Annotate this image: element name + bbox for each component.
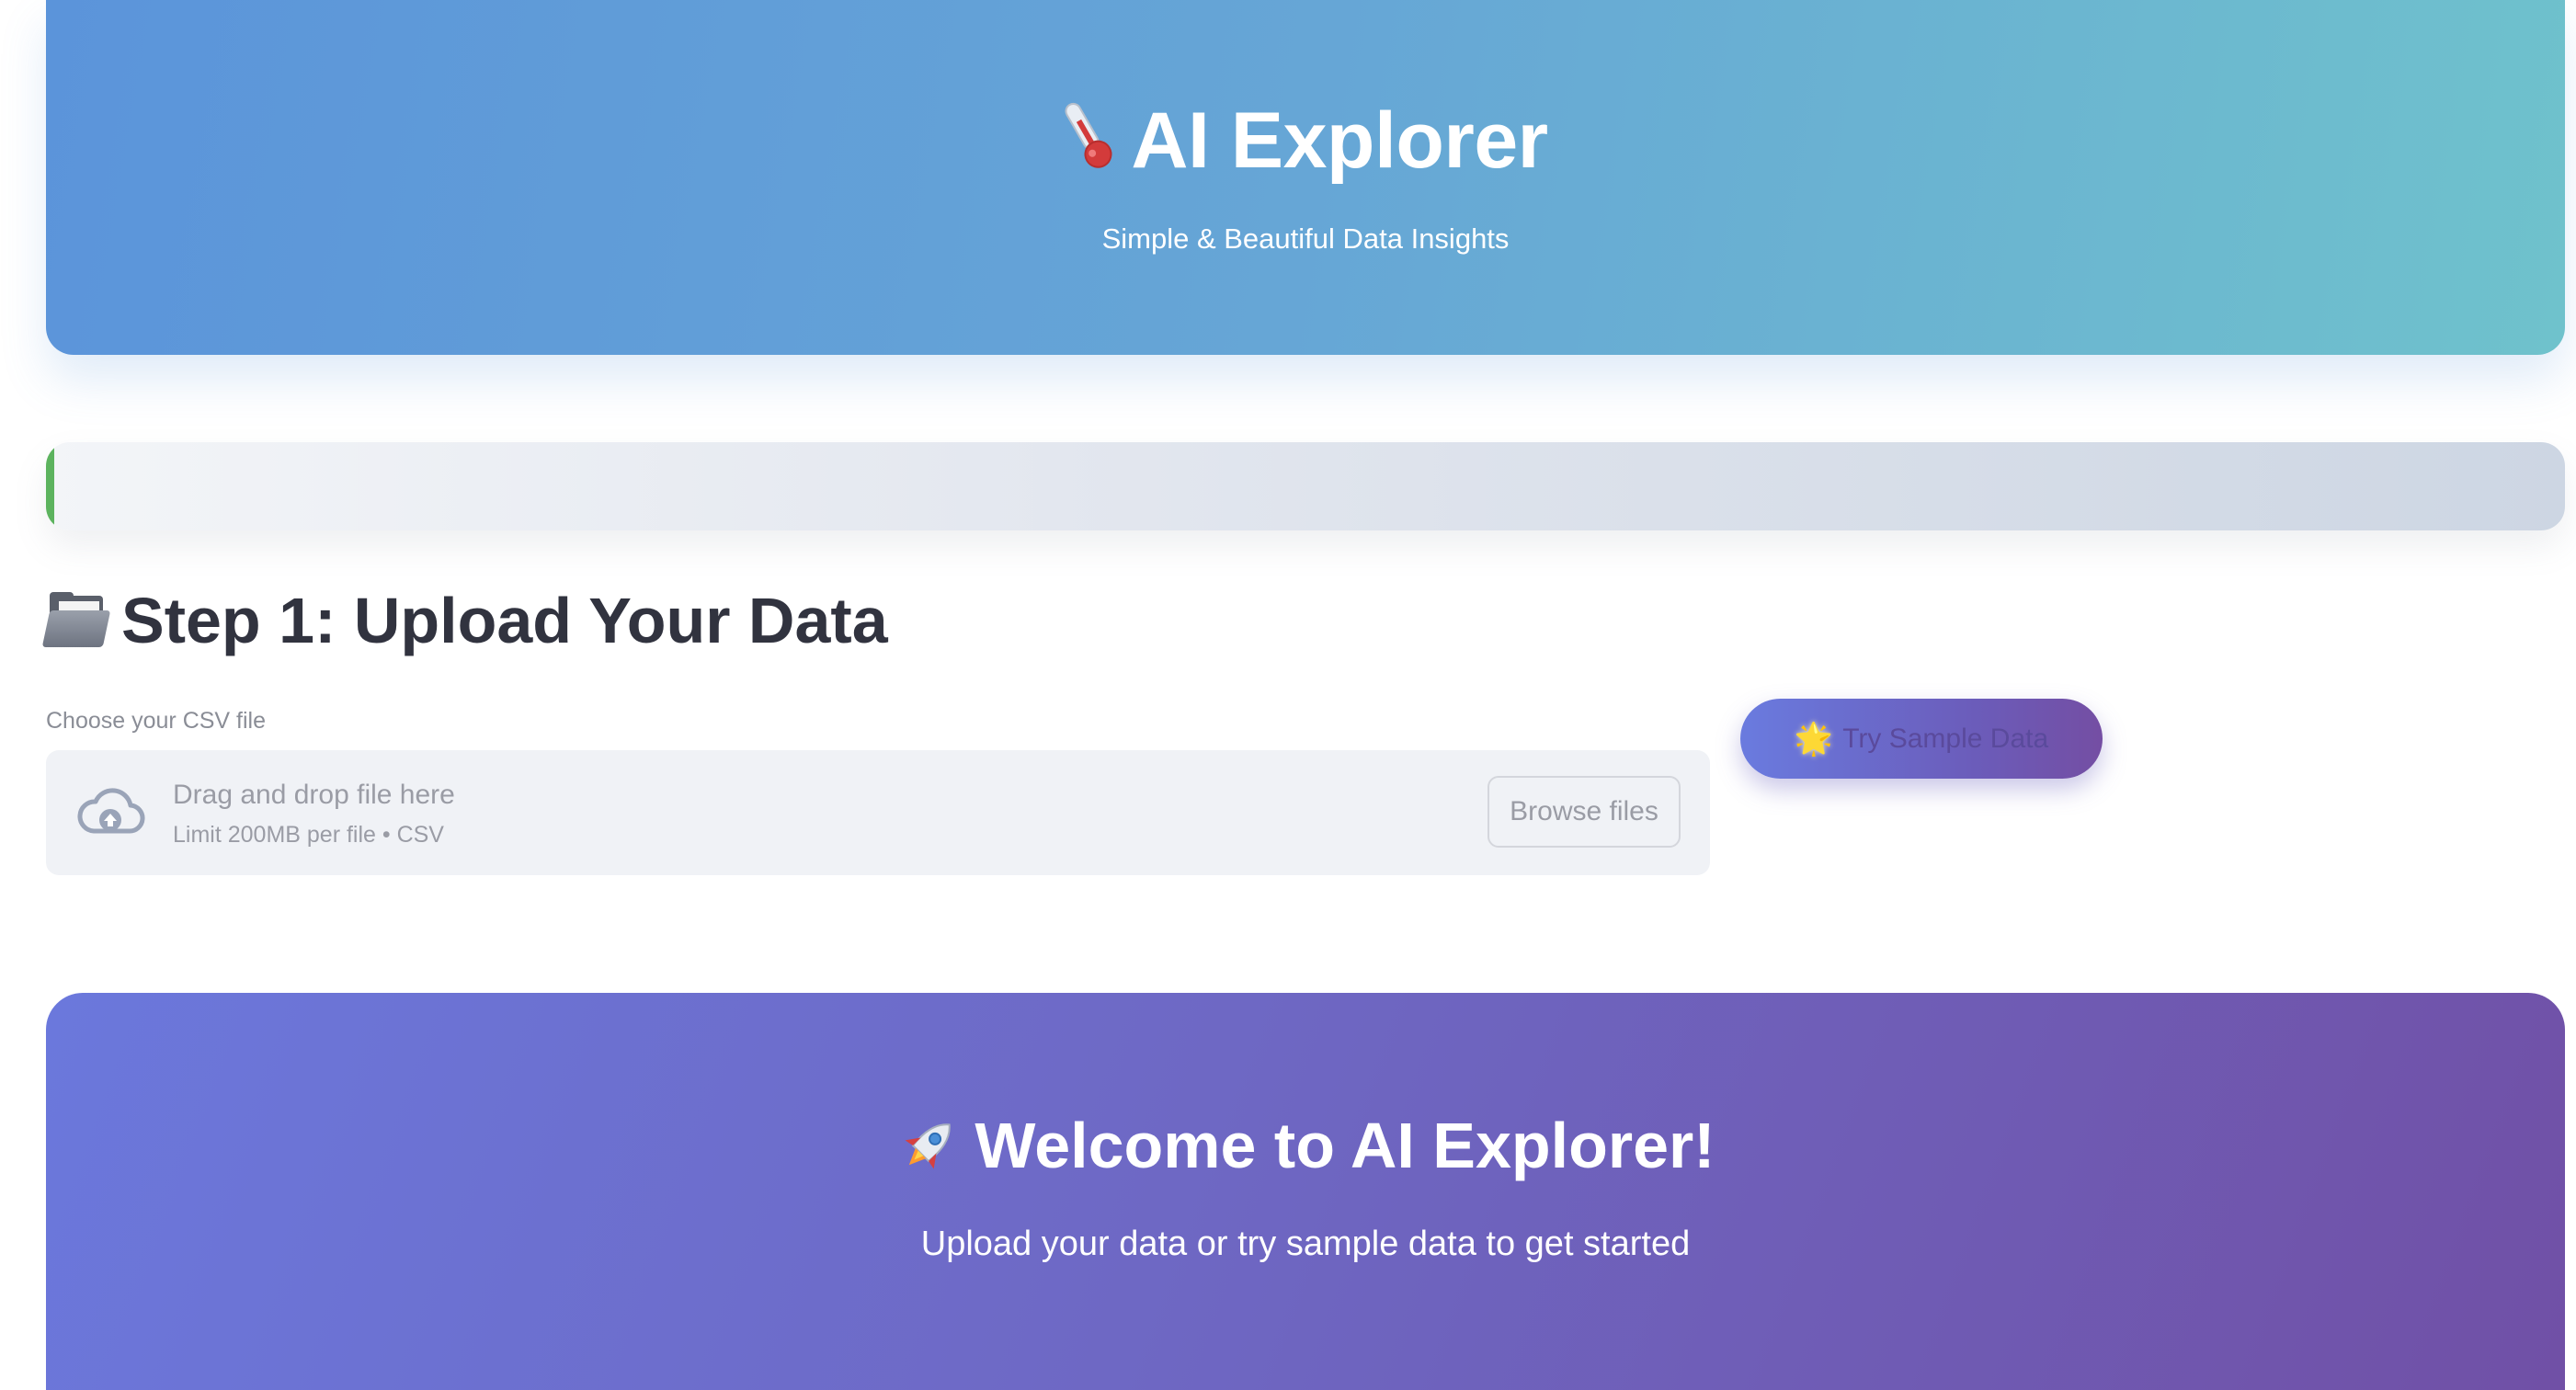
dropzone-limit: Limit 200MB per file • CSV <box>173 822 444 848</box>
app-title-row: AI Explorer <box>1063 97 1548 185</box>
step1-heading-text: Step 1: Upload Your Data <box>121 585 888 656</box>
dropzone-instructions: Drag and drop file here <box>173 780 455 810</box>
uploader-label: Choose your CSV file <box>46 708 267 734</box>
file-dropzone[interactable]: Drag and drop file here Limit 200MB per … <box>46 750 1710 875</box>
star-icon: 🌟 <box>1794 721 1834 757</box>
welcome-title-row: Welcome to AI Explorer! <box>895 1112 1715 1179</box>
hero-header: AI Explorer Simple & Beautiful Data Insi… <box>46 0 2565 355</box>
app-title: AI Explorer <box>1131 97 1548 185</box>
step1-heading: Step 1: Upload Your Data <box>41 585 888 656</box>
try-sample-data-button[interactable]: 🌟 Try Sample Data <box>1740 699 2103 779</box>
status-bar <box>46 442 2565 530</box>
app-subtitle: Simple & Beautiful Data Insights <box>1101 222 1510 255</box>
cloud-upload-icon <box>75 785 145 840</box>
try-sample-data-label: Try Sample Data <box>1842 723 2049 754</box>
folder-icon <box>41 592 111 649</box>
thermometer-icon <box>1045 89 1136 191</box>
welcome-card: Welcome to AI Explorer! Upload your data… <box>46 993 2565 1390</box>
welcome-title: Welcome to AI Explorer! <box>975 1110 1715 1181</box>
welcome-subtitle: Upload your data or try sample data to g… <box>920 1225 1691 1263</box>
rocket-icon <box>895 1112 962 1179</box>
browse-files-button[interactable]: Browse files <box>1487 776 1681 848</box>
